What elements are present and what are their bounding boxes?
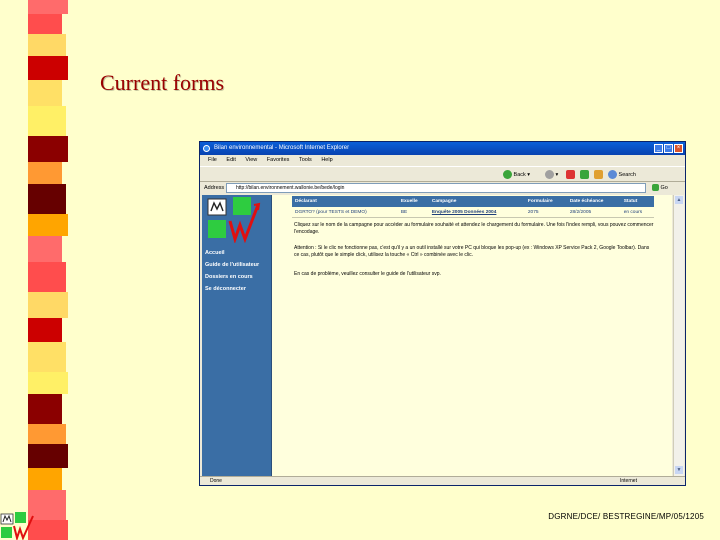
menu-help[interactable]: Help: [321, 157, 332, 163]
scroll-down-icon[interactable]: ▼: [675, 466, 683, 474]
slide-title: Current forms: [100, 70, 225, 95]
stripe-block: [28, 318, 62, 342]
col-statut: Statut: [620, 196, 654, 207]
forward-button[interactable]: ▾: [545, 170, 558, 179]
stripe-block: [28, 34, 66, 56]
address-label: Address: [204, 185, 225, 191]
refresh-icon: [580, 170, 589, 179]
stripe-block: [28, 162, 62, 184]
stripe-block: [28, 236, 62, 262]
stripe-block: [28, 394, 62, 424]
table-header-row: Déclarant Exuelle Campagne Formulaire Da…: [292, 196, 654, 207]
back-arrow-icon: [503, 170, 512, 179]
decorative-stripes: [28, 0, 68, 540]
menu-tools[interactable]: Tools: [299, 157, 312, 163]
back-button[interactable]: Back ▾: [503, 170, 530, 179]
address-input[interactable]: http://bilan.environnement.wallonie.be/b…: [226, 183, 646, 193]
cell-statut: en cours: [620, 207, 654, 218]
minimize-icon[interactable]: _: [654, 144, 663, 153]
help-text: En cas de problème, veuillez consulter l…: [294, 271, 441, 277]
table-row: DGRTO? (pour TESTS et DEMO) BE Enquête 2…: [292, 207, 654, 218]
browser-window: Bilan environnemental - Microsoft Intern…: [199, 141, 686, 486]
sidebar: Accueil Guide de l'utilisateur Dossiers …: [202, 195, 272, 476]
slide-logo: [0, 512, 34, 540]
address-bar: Address http://bilan.environnement.wallo…: [200, 182, 685, 194]
cell-echeance: 28/2/2005: [566, 207, 621, 218]
slide-footer: DGRNE/DCE/ BESTREGINE/MP/05/1205: [548, 512, 704, 521]
menu-bar: File Edit View Favorites Tools Help: [200, 155, 685, 166]
title-bar: Bilan environnemental - Microsoft Intern…: [200, 142, 685, 155]
status-done: Done: [210, 478, 222, 484]
nav-deconnecter[interactable]: Se déconnecter: [205, 286, 246, 292]
toolbar: Back ▾ ▾ Search: [200, 166, 685, 182]
stripe-block: [28, 468, 62, 490]
nav-dossiers[interactable]: Dossiers en cours: [205, 274, 253, 280]
stripe-block: [28, 106, 66, 136]
menu-favorites[interactable]: Favorites: [267, 157, 290, 163]
stop-button[interactable]: [566, 170, 575, 179]
close-icon[interactable]: ×: [674, 144, 683, 153]
nav-guide[interactable]: Guide de l'utilisateur: [205, 262, 259, 268]
col-campagne: Campagne: [428, 196, 525, 207]
stripe-block: [28, 292, 68, 318]
menu-edit[interactable]: Edit: [226, 157, 235, 163]
stripe-block: [28, 0, 68, 14]
popup-warning-text: Attention : Si le clic ne fonctionne pas…: [294, 245, 650, 258]
maximize-icon[interactable]: □: [664, 144, 673, 153]
search-button[interactable]: Search: [608, 170, 636, 179]
stripe-block: [28, 444, 68, 468]
stripe-block: [28, 424, 66, 444]
stripe-block: [28, 372, 68, 394]
menu-view[interactable]: View: [245, 157, 257, 163]
forward-arrow-icon: [545, 170, 554, 179]
stop-icon: [566, 170, 575, 179]
stripe-block: [28, 14, 62, 34]
go-arrow-icon: [652, 184, 659, 192]
status-bar: Done Internet: [200, 476, 685, 485]
cell-exuelle: BE: [397, 207, 429, 218]
stripe-block: [28, 184, 66, 214]
stripe-block: [28, 56, 68, 80]
forms-table: Déclarant Exuelle Campagne Formulaire Da…: [292, 196, 654, 218]
campaign-link[interactable]: Enquête 2005 Données 2004: [428, 207, 525, 218]
status-zone: Internet: [620, 478, 637, 484]
page-content: Accueil Guide de l'utilisateur Dossiers …: [202, 195, 672, 476]
menu-file[interactable]: File: [208, 157, 217, 163]
stripe-block: [28, 136, 68, 162]
go-button[interactable]: Go: [652, 183, 668, 193]
home-icon: [594, 170, 603, 179]
stripe-block: [28, 262, 66, 292]
stripe-block: [28, 342, 66, 372]
stripe-block: [28, 214, 68, 236]
scroll-up-icon[interactable]: ▲: [675, 196, 683, 204]
instruction-text: Cliquez sur le nom de la campagne pour a…: [294, 222, 654, 235]
stripe-block: [28, 80, 62, 106]
col-echeance: Date échéance: [566, 196, 621, 207]
search-icon: [608, 170, 617, 179]
cell-declarant: DGRTO? (pour TESTS et DEMO): [292, 207, 398, 218]
col-exuelle: Exuelle: [397, 196, 429, 207]
vertical-scrollbar[interactable]: ▲ ▼: [673, 195, 684, 476]
site-logo: [207, 197, 261, 243]
ie-icon: [203, 145, 210, 152]
window-title: Bilan environnemental - Microsoft Intern…: [214, 145, 350, 151]
col-formulaire: Formulaire: [524, 196, 567, 207]
refresh-button[interactable]: [580, 170, 589, 179]
home-button[interactable]: [594, 170, 603, 179]
col-declarant: Déclarant: [292, 196, 398, 207]
cell-formulaire: 2075: [524, 207, 567, 218]
nav-accueil[interactable]: Accueil: [205, 250, 225, 256]
